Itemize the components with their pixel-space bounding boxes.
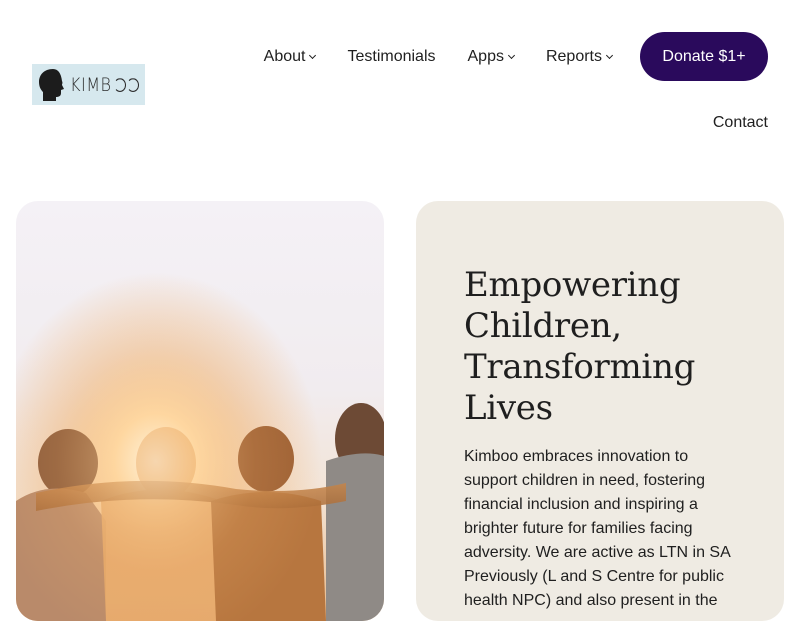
- site-logo[interactable]: KIMB: [32, 64, 145, 105]
- nav-testimonials[interactable]: Testimonials: [347, 48, 435, 66]
- chevron-down-icon: [507, 51, 516, 60]
- nav-testimonials-label: Testimonials: [347, 47, 436, 65]
- logo-wordmark: KIMB: [70, 73, 140, 96]
- children-embracing-photo: [16, 201, 384, 621]
- nav-reports[interactable]: Reports: [545, 47, 614, 66]
- hero-image: [16, 201, 384, 621]
- nav-apps[interactable]: Apps: [467, 47, 516, 66]
- hero-text-card: Empowering Children, Transforming Lives …: [416, 201, 784, 621]
- donate-button[interactable]: Donate $1+: [640, 32, 768, 81]
- chevron-down-icon: [605, 51, 614, 60]
- logo-oo-mark: [113, 77, 140, 92]
- logo-text: KIMB: [70, 73, 112, 96]
- head-silhouette-icon: [39, 68, 64, 101]
- nav-reports-label: Reports: [545, 47, 602, 65]
- site-header: KIMB About Testimonials Apps Reports Don…: [0, 0, 800, 170]
- nav-about-label: About: [263, 47, 306, 65]
- nav-contact[interactable]: Contact: [713, 114, 768, 132]
- main-nav: About Testimonials Apps Reports Donate $…: [264, 32, 768, 81]
- chevron-down-icon: [309, 51, 317, 60]
- hero-headline: Empowering Children, Transforming Lives: [464, 265, 696, 428]
- nav-apps-label: Apps: [467, 47, 504, 65]
- nav-about[interactable]: About: [263, 47, 317, 66]
- hero-body-text: Kimboo embraces innovation to support ch…: [464, 448, 730, 609]
